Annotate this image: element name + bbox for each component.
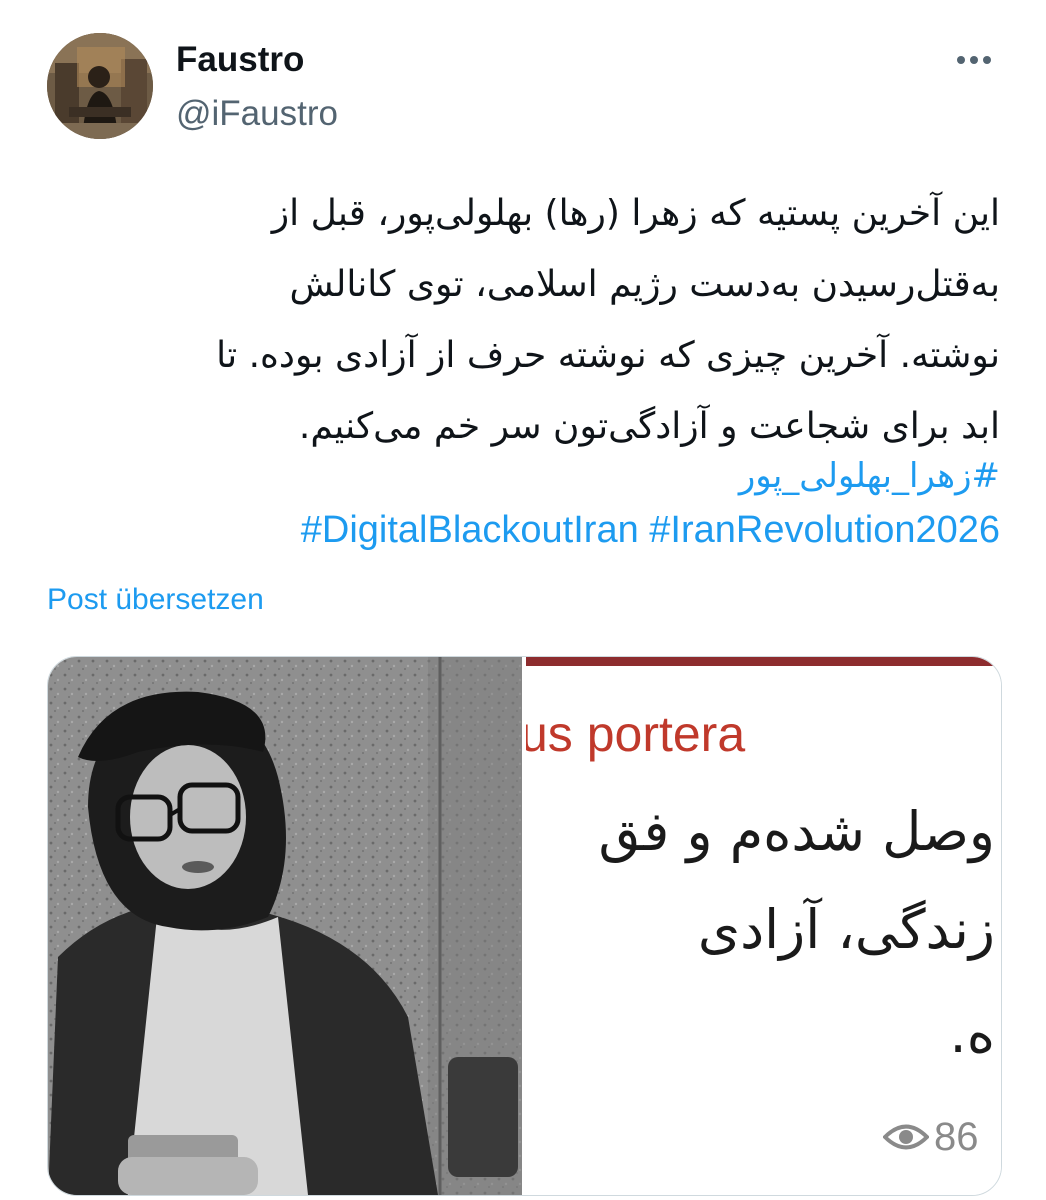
- screenshot-persian-line: زندگی، آزادی: [697, 898, 995, 961]
- hashtag-link-persian[interactable]: #زهرا_بهلولی_پور: [739, 452, 1000, 500]
- tweet-text-line: این آخرین پستیه که زهرا (رها) بهلولی‌پور…: [271, 193, 1000, 234]
- media-photo-screenshot[interactable]: us portera وصل شده‌م و فق زندگی، آزادی ه…: [526, 657, 1001, 1195]
- tweet-text-line: به‌قتل‌رسیدن به‌دست رژیم اسلامی، توی کان…: [289, 264, 1000, 305]
- hashtag-link-digitalblackoutiran[interactable]: #DigitalBlackoutIran: [301, 509, 639, 551]
- screenshot-header-strip: [526, 657, 1001, 666]
- tweet-text: این آخرین پستیه که زهرا (رها) بهلولی‌پور…: [55, 178, 1000, 462]
- screenshot-persian-line: ه.: [949, 1002, 995, 1065]
- view-count: 86: [934, 1115, 979, 1159]
- eye-icon: [883, 1124, 929, 1150]
- screenshot-latin-text: us portera: [526, 706, 746, 762]
- avatar-image: [47, 33, 153, 139]
- media-photo-portrait[interactable]: [48, 657, 522, 1195]
- media-grid: us portera وصل شده‌م و فق زندگی، آزادی ه…: [47, 656, 1002, 1196]
- display-name[interactable]: Faustro: [176, 38, 304, 82]
- screenshot-persian-line: وصل شده‌م و فق: [598, 800, 995, 863]
- portrait-photo: [48, 657, 522, 1195]
- hashtag-link-iranrevolution2026[interactable]: #IranRevolution2026: [649, 509, 1000, 551]
- avatar[interactable]: [47, 33, 153, 139]
- more-options-button[interactable]: [948, 42, 1000, 78]
- more-horizontal-icon: [957, 56, 991, 64]
- user-handle[interactable]: @iFaustro: [176, 92, 338, 136]
- hashtags-row: #DigitalBlackoutIran #IranRevolution2026: [301, 506, 1000, 554]
- translate-post-link[interactable]: Post übersetzen: [47, 582, 264, 618]
- tweet-text-line: نوشته. آخرین چیزی که نوشته حرف از آزادی …: [216, 335, 1000, 376]
